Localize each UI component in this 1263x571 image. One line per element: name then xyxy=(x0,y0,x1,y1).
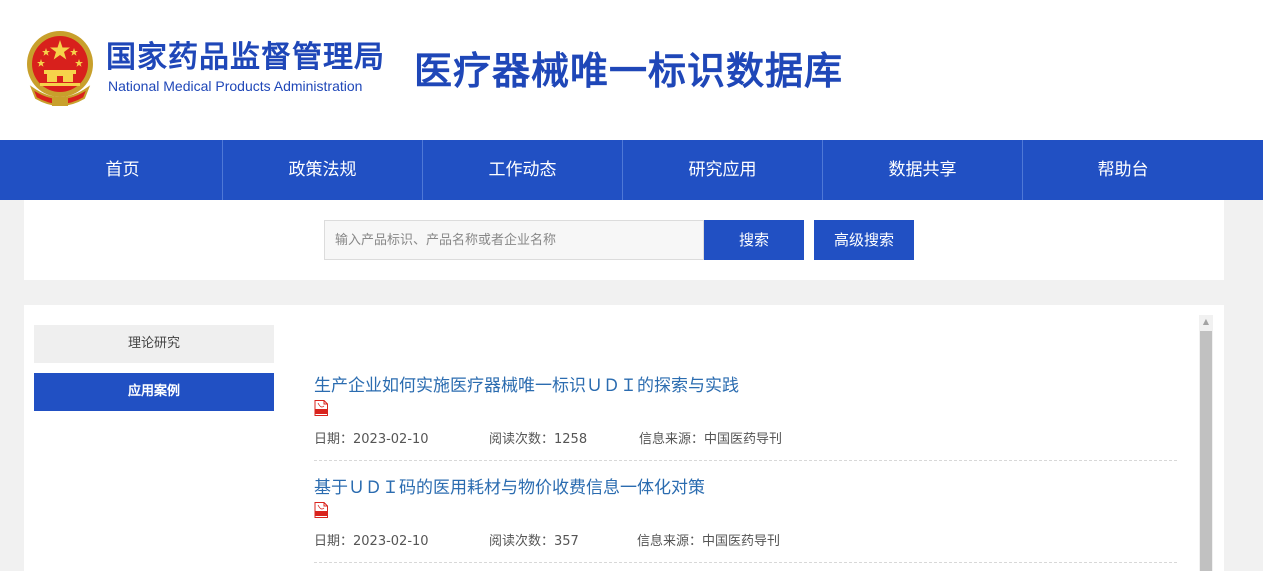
nav-item-help[interactable]: 帮助台 xyxy=(1023,140,1223,200)
site-header: 国家药品监督管理局 National Medical Products Admi… xyxy=(0,0,1263,140)
article-meta: 日期：2023-02-10 阅读次数：357 信息来源：中国医药导刊 xyxy=(314,530,1177,549)
article-source: 信息来源：中国医药导刊 xyxy=(637,534,781,549)
nav-item-data-sharing[interactable]: 数据共享 xyxy=(823,140,1023,200)
article-read-count: 阅读次数：1258 xyxy=(489,432,588,447)
article-meta: 日期：2023-02-10 阅读次数：1258 信息来源：中国医药导刊 xyxy=(314,428,1177,447)
sidebar-item-application-cases[interactable]: 应用案例 xyxy=(34,373,274,411)
list-item: 生产企业如何实施医疗器械唯一标识ＵＤＩ的探索与实践 日期：2023-02-10 … xyxy=(314,373,1177,461)
article-title-link[interactable]: 生产企业如何实施医疗器械唯一标识ＵＤＩ的探索与实践 xyxy=(314,373,1177,399)
org-name-cn: 国家药品监督管理局 xyxy=(106,40,385,75)
article-source: 信息来源：中国医药导刊 xyxy=(639,432,783,447)
vertical-scrollbar[interactable]: ▲ xyxy=(1199,315,1213,571)
sidebar-item-theory-research[interactable]: 理论研究 xyxy=(34,325,274,363)
list-item: 基于ＵＤＩ码的医用耗材与物价收费信息一体化对策 日期：2023-02-10 阅读… xyxy=(314,475,1177,563)
article-title-link[interactable]: 基于ＵＤＩ码的医用耗材与物价收费信息一体化对策 xyxy=(314,475,1177,501)
advanced-search-button[interactable]: 高级搜索 xyxy=(814,220,914,260)
main-nav: 首页 政策法规 工作动态 研究应用 数据共享 帮助台 xyxy=(0,140,1263,200)
site-title: 医疗器械唯一标识数据库 xyxy=(414,49,844,93)
org-name-en: National Medical Products Administration xyxy=(108,78,363,94)
national-emblem-icon xyxy=(27,31,93,106)
pdf-icon[interactable] xyxy=(314,502,328,518)
scrollbar-thumb[interactable] xyxy=(1200,331,1212,571)
search-button[interactable]: 搜索 xyxy=(704,220,804,260)
search-panel: 搜索 高级搜索 xyxy=(24,200,1224,280)
article-date: 日期：2023-02-10 xyxy=(314,432,429,447)
nav-item-home[interactable]: 首页 xyxy=(23,140,223,200)
content-panel: 理论研究 应用案例 生产企业如何实施医疗器械唯一标识ＵＤＩ的探索与实践 日期：2… xyxy=(24,305,1224,571)
nav-item-research[interactable]: 研究应用 xyxy=(623,140,823,200)
pdf-icon[interactable] xyxy=(314,400,328,416)
nav-item-news[interactable]: 工作动态 xyxy=(423,140,623,200)
scroll-up-arrow-icon[interactable]: ▲ xyxy=(1199,315,1213,329)
article-date: 日期：2023-02-10 xyxy=(314,534,429,549)
nav-item-policies[interactable]: 政策法规 xyxy=(223,140,423,200)
search-input[interactable] xyxy=(324,220,704,260)
article-read-count: 阅读次数：357 xyxy=(489,534,579,549)
